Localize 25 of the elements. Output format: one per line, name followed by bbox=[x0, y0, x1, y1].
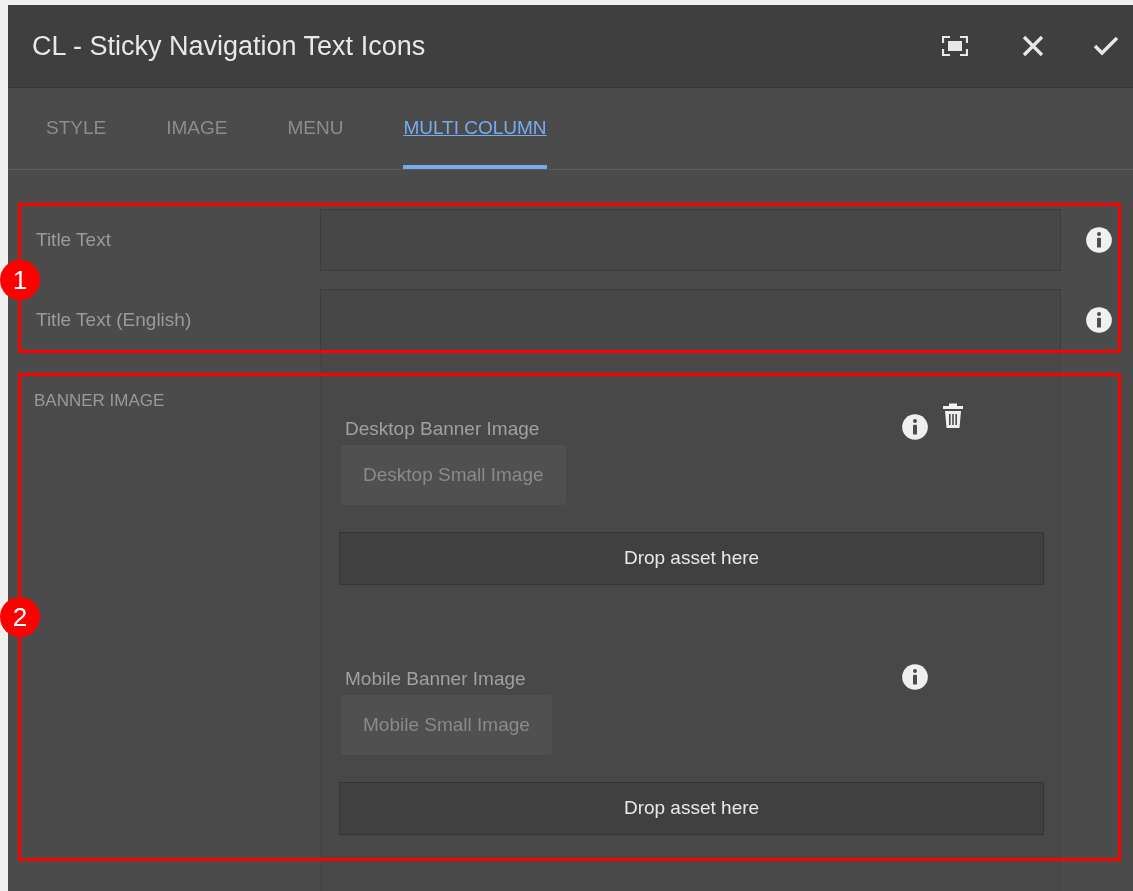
tab[interactable]: MULTI COLUMN bbox=[403, 88, 547, 169]
checkmark-icon bbox=[1093, 36, 1119, 56]
tab[interactable]: STYLE bbox=[46, 88, 107, 169]
drop-zone-text: Drop asset here bbox=[623, 546, 760, 571]
info-icon[interactable] bbox=[1085, 226, 1113, 254]
close-icon bbox=[1022, 35, 1044, 57]
annotation-badge: 2 bbox=[0, 597, 40, 637]
dialog-title: CL - Sticky Navigation Text Icons bbox=[32, 29, 427, 63]
drop-zone-text: Drop asset here bbox=[623, 796, 760, 821]
trash-icon[interactable] bbox=[941, 403, 965, 429]
section-heading: BANNER IMAGE bbox=[33, 390, 166, 412]
info-icon[interactable] bbox=[901, 663, 929, 691]
tab[interactable]: MENU bbox=[287, 88, 344, 169]
drop-zone[interactable]: Drop asset here bbox=[339, 782, 1044, 835]
info-icon[interactable] bbox=[901, 413, 929, 441]
drop-zone[interactable]: Drop asset here bbox=[339, 532, 1044, 585]
image-label: Mobile Banner Image bbox=[344, 667, 527, 691]
fullscreen-icon bbox=[942, 36, 968, 56]
info-icon[interactable] bbox=[1085, 306, 1113, 334]
field-label: Title Text (English) bbox=[35, 307, 193, 332]
image-label: Desktop Banner Image bbox=[344, 417, 541, 441]
tab[interactable]: IMAGE bbox=[166, 88, 228, 169]
annotation-badge: 1 bbox=[0, 260, 40, 300]
text-input[interactable] bbox=[320, 289, 1061, 351]
field-label: Title Text bbox=[35, 227, 112, 252]
